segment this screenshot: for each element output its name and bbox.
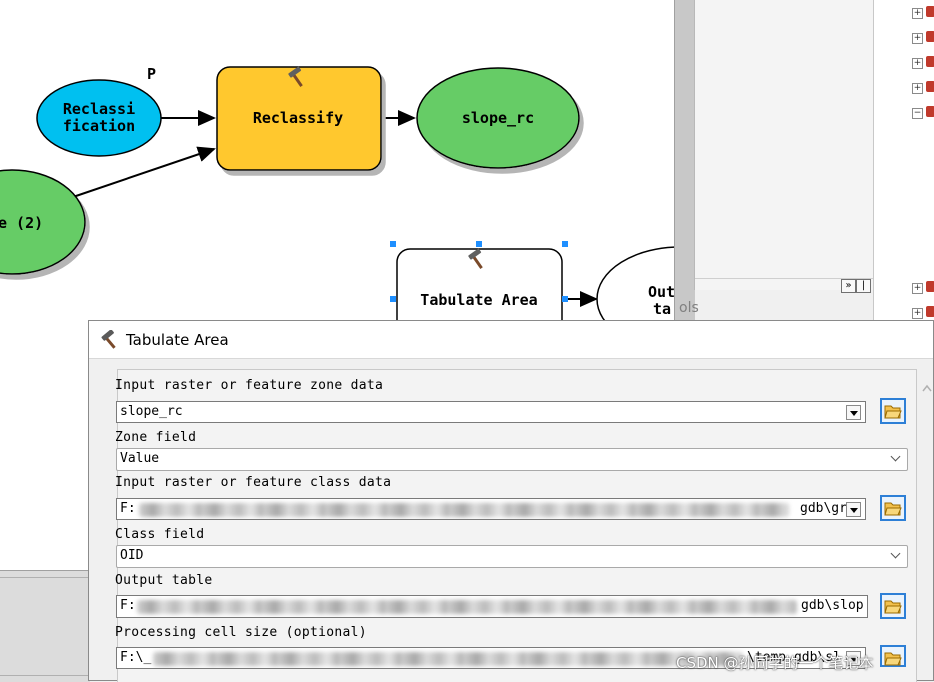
hammer-icon xyxy=(101,330,116,349)
zone-field-select[interactable]: Value xyxy=(116,448,908,471)
zone-field-value: Value xyxy=(120,451,160,466)
selection-handle[interactable] xyxy=(562,241,568,247)
toolbox-icon xyxy=(926,31,934,42)
toolbox-icon xyxy=(926,281,934,292)
class-data-value-start: F: xyxy=(120,501,136,516)
toolbox-icon xyxy=(926,306,934,317)
redacted-path xyxy=(137,600,797,614)
divider xyxy=(0,577,90,578)
divider xyxy=(0,675,90,676)
side-panel xyxy=(694,0,874,290)
chevron-down-icon xyxy=(889,452,903,466)
cell-size-label: Processing cell size (optional) xyxy=(115,625,367,640)
output-table-label-line1: Out xyxy=(648,283,674,301)
selection-handle[interactable] xyxy=(562,296,568,302)
parameter-marker: P xyxy=(147,65,156,83)
browse-folder-button[interactable] xyxy=(880,593,906,619)
browse-folder-button[interactable] xyxy=(880,495,906,521)
tree-collapse-icon[interactable]: − xyxy=(912,108,923,119)
class-field-select[interactable]: OID xyxy=(116,545,908,568)
selection-handle[interactable] xyxy=(476,241,482,247)
selection-handle[interactable] xyxy=(390,296,396,302)
tree-expand-icon[interactable]: + xyxy=(912,308,923,319)
output-table-value-start: F: xyxy=(120,598,136,613)
pane-splitter[interactable] xyxy=(674,0,695,320)
tree-expand-icon[interactable]: + xyxy=(912,8,923,19)
reclassification-label-line1: Reclassi xyxy=(63,100,135,118)
zone-data-input[interactable]: slope_rc xyxy=(116,401,866,423)
browse-folder-button[interactable] xyxy=(880,398,906,424)
chevron-down-icon[interactable] xyxy=(846,405,861,420)
toolbox-icon xyxy=(926,106,934,117)
dialog-titlebar[interactable]: Tabulate Area xyxy=(89,321,933,359)
pin-button[interactable]: | xyxy=(856,279,871,293)
zone-data-value: slope_rc xyxy=(120,404,183,419)
background-window xyxy=(0,570,90,682)
toolbox-icon xyxy=(926,56,934,67)
input-data-label: e (2) xyxy=(0,214,43,232)
selection-handle[interactable] xyxy=(390,241,396,247)
folder-open-icon xyxy=(884,600,902,614)
output-table-label: Output table xyxy=(115,573,213,588)
toolbox-icon xyxy=(926,81,934,92)
class-data-label: Input raster or feature class data xyxy=(115,475,392,490)
output-table-input[interactable]: F: gdb\slop xyxy=(116,595,868,618)
cell-size-value-start: F:\_ xyxy=(120,650,152,665)
side-panel-buttons: » | xyxy=(841,275,871,293)
chevron-down-icon[interactable] xyxy=(846,502,861,517)
tabulate-area-tool-label: Tabulate Area xyxy=(420,291,537,309)
zone-field-label: Zone field xyxy=(115,430,197,445)
chevron-down-icon xyxy=(889,549,903,563)
tree-expand-icon[interactable]: + xyxy=(912,33,923,44)
redacted-path xyxy=(153,652,743,666)
folder-open-icon xyxy=(884,652,902,666)
tools-label: ols xyxy=(679,300,699,316)
output-table-value-end: gdb\slop xyxy=(801,598,864,613)
browse-folder-button[interactable] xyxy=(880,645,906,667)
toolbox-tree[interactable]: + + + + − + + xyxy=(873,0,934,320)
redacted-path xyxy=(139,503,789,517)
class-data-value-end: gdb\gr xyxy=(800,501,847,516)
class-field-label: Class field xyxy=(115,527,205,542)
watermark: CSDN @孙同学的一个笔记本 xyxy=(676,654,874,672)
tree-expand-icon[interactable]: + xyxy=(912,283,923,294)
toolbox-icon xyxy=(926,6,934,17)
tree-expand-icon[interactable]: + xyxy=(912,58,923,69)
folder-open-icon xyxy=(884,405,902,419)
reclassify-tool-label: Reclassify xyxy=(253,109,343,127)
collapse-button[interactable]: » xyxy=(841,279,856,293)
slope-rc-label: slope_rc xyxy=(462,109,534,127)
folder-open-icon xyxy=(884,502,902,516)
class-data-input[interactable]: F: gdb\gr xyxy=(116,498,866,520)
reclassification-label-line2: fication xyxy=(63,117,135,135)
dialog-title: Tabulate Area xyxy=(126,331,229,349)
scroll-up-icon[interactable] xyxy=(921,381,933,395)
class-field-value: OID xyxy=(120,548,144,563)
output-table-label-line2: ta xyxy=(653,300,671,318)
tabulate-area-dialog[interactable]: Tabulate Area Input raster or feature zo… xyxy=(88,320,934,682)
tree-expand-icon[interactable]: + xyxy=(912,83,923,94)
zone-data-label: Input raster or feature zone data xyxy=(115,378,384,393)
dialog-body: Input raster or feature zone data slope_… xyxy=(115,369,917,682)
